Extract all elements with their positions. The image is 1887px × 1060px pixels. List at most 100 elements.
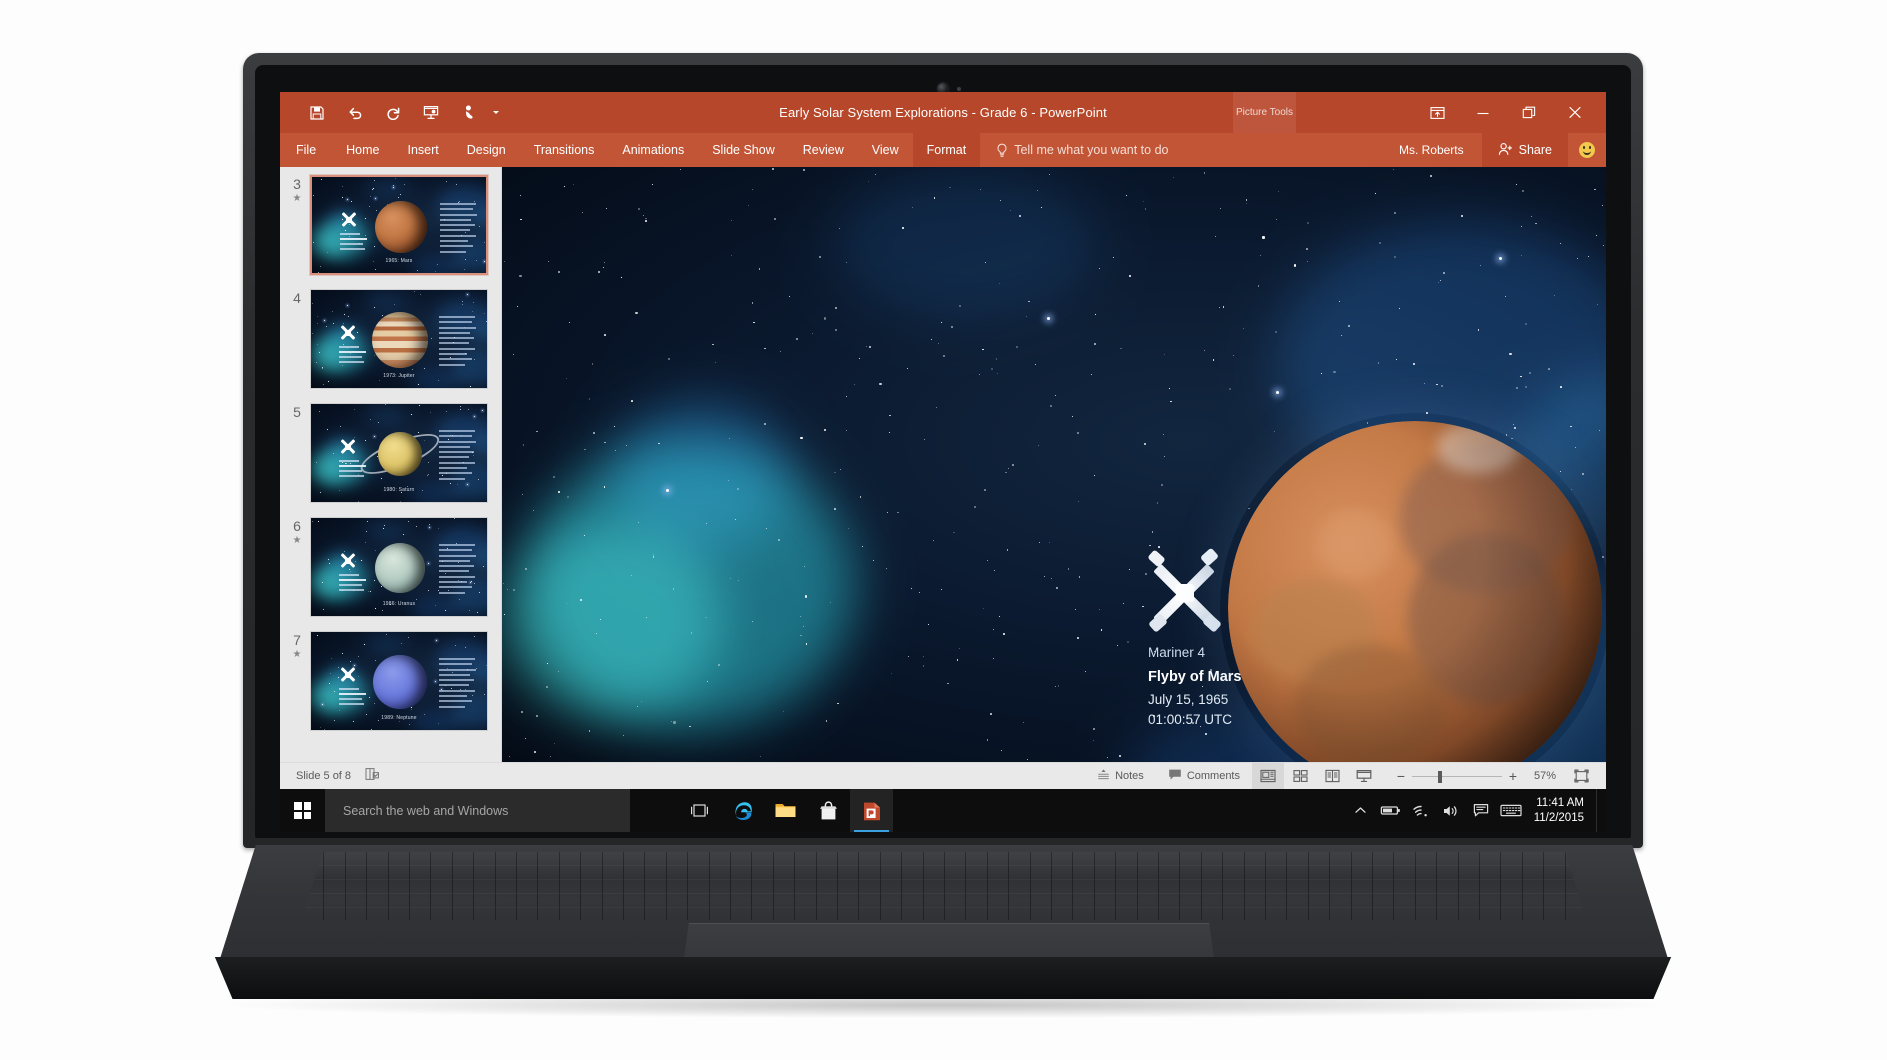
undo-icon[interactable] <box>336 98 374 128</box>
feedback-smiley-icon[interactable] <box>1568 133 1606 167</box>
star <box>825 719 828 722</box>
fit-to-window-button[interactable] <box>1566 763 1596 790</box>
status-bar-right: Notes Comments − + 57% <box>1085 762 1596 790</box>
zoom-slider-handle[interactable] <box>1438 770 1442 783</box>
bright-star <box>346 305 348 307</box>
share-button[interactable]: Share <box>1481 133 1568 167</box>
star <box>979 189 981 190</box>
ribbon-display-options-icon[interactable] <box>1414 96 1460 130</box>
windows-logo-icon <box>294 802 311 819</box>
slide-thumbnail-item[interactable]: 4 1973: Jupiter <box>280 289 501 389</box>
tell-me-search[interactable]: Tell me what you want to do <box>980 133 1168 167</box>
tab-review[interactable]: Review <box>789 133 858 167</box>
start-slideshow-icon[interactable] <box>412 98 450 128</box>
keyboard-key-divider <box>665 852 667 920</box>
star <box>1577 257 1579 259</box>
tab-format[interactable]: Format <box>912 133 981 167</box>
volume-icon[interactable] <box>1436 789 1466 832</box>
bright-star <box>1275 391 1279 395</box>
star <box>329 673 331 674</box>
tab-slide-show[interactable]: Slide Show <box>698 133 789 167</box>
star <box>573 183 575 185</box>
slide-editing-area[interactable]: Mariner 4 Flyby of Mars July 15, 1965 01… <box>502 167 1606 762</box>
tab-transitions[interactable]: Transitions <box>520 133 609 167</box>
tab-home[interactable]: Home <box>332 133 393 167</box>
nebula-cloud <box>502 523 723 716</box>
file-explorer-icon[interactable] <box>764 789 807 832</box>
show-hidden-icons-icon[interactable] <box>1346 789 1376 832</box>
animation-star-icon[interactable]: ★ <box>284 649 310 661</box>
star <box>342 197 343 198</box>
comment-bubble-icon <box>1168 768 1182 784</box>
slide-thumbnail-preview[interactable]: 1986: Uranus <box>310 517 488 617</box>
star <box>558 271 561 274</box>
slideshow-view-button[interactable] <box>1348 763 1380 790</box>
slide-thumbnail-item[interactable]: 7 ★ 1989: Neptune <box>280 631 501 731</box>
animation-star-icon[interactable]: ★ <box>284 193 310 205</box>
slide-counter[interactable]: Slide 5 of 8 <box>296 770 351 782</box>
start-button[interactable] <box>280 789 325 832</box>
touch-keyboard-icon[interactable] <box>1496 789 1526 832</box>
slide-thumbnail-preview[interactable]: 1973: Jupiter <box>310 289 488 389</box>
star <box>652 554 655 556</box>
star <box>532 509 534 512</box>
save-icon[interactable] <box>298 98 336 128</box>
action-center-icon[interactable] <box>1466 789 1496 832</box>
slide-thumbnail-preview[interactable]: 1965: Mars <box>309 174 489 276</box>
task-view-icon[interactable] <box>678 789 721 832</box>
customize-qat-icon[interactable] <box>488 98 504 128</box>
star <box>1041 206 1042 208</box>
reading-view-button[interactable] <box>1316 763 1348 790</box>
touch-mode-icon[interactable] <box>450 98 488 128</box>
zoom-slider[interactable] <box>1412 763 1502 790</box>
slide-thumbnail-pane[interactable]: 3 ★ 1965: Mars 4 1973: Jupiter 5 1980: Saturn 6… <box>280 167 502 762</box>
slide-canvas[interactable]: Mariner 4 Flyby of Mars July 15, 1965 01… <box>502 167 1606 762</box>
comments-button[interactable]: Comments <box>1156 763 1252 790</box>
star <box>516 305 519 308</box>
minimize-icon[interactable] <box>1460 96 1506 130</box>
account-name[interactable]: Ms. Roberts <box>1399 143 1482 157</box>
tab-insert[interactable]: Insert <box>394 133 453 167</box>
star <box>553 743 555 745</box>
star <box>1205 732 1207 735</box>
animation-star-icon[interactable]: ★ <box>284 535 310 547</box>
slide-thumbnail-item[interactable]: 6 ★ 1986: Uranus <box>280 517 501 617</box>
accessibility-checker-icon[interactable] <box>365 767 380 786</box>
star <box>729 578 731 579</box>
powerpoint-icon[interactable] <box>850 789 893 832</box>
wifi-icon[interactable] <box>1406 789 1436 832</box>
keyboard-key-divider <box>1008 852 1010 920</box>
show-desktop-button[interactable] <box>1596 789 1600 832</box>
taskbar-search-input[interactable]: Search the web and Windows <box>325 789 630 832</box>
zoom-out-button[interactable]: − <box>1390 769 1412 783</box>
edge-icon[interactable] <box>721 789 764 832</box>
slide-thumbnail-preview[interactable]: 1980: Saturn <box>310 403 488 503</box>
star <box>1603 244 1604 246</box>
close-icon[interactable] <box>1552 96 1598 130</box>
zoom-control[interactable]: − + 57% <box>1380 763 1566 790</box>
notes-button[interactable]: Notes <box>1085 763 1156 790</box>
store-icon[interactable] <box>807 789 850 832</box>
slide-thumbnail-item[interactable]: 3 ★ 1965: Mars <box>280 174 501 276</box>
zoom-in-button[interactable]: + <box>1502 769 1524 783</box>
star <box>837 702 839 705</box>
star <box>1142 605 1145 608</box>
slide-sorter-view-button[interactable] <box>1284 763 1316 790</box>
star <box>1054 685 1056 687</box>
tab-file[interactable]: File <box>280 133 332 167</box>
mariner-4-satellite-graphic[interactable] <box>1147 547 1222 633</box>
lightbulb-icon <box>996 143 1008 158</box>
slide-thumbnail-preview[interactable]: 1989: Neptune <box>310 631 488 731</box>
tab-design[interactable]: Design <box>453 133 520 167</box>
normal-view-button[interactable] <box>1252 762 1284 790</box>
tab-view[interactable]: View <box>858 133 913 167</box>
restore-icon[interactable] <box>1506 96 1552 130</box>
battery-icon[interactable] <box>1376 789 1406 832</box>
keyboard-key-divider <box>473 852 475 920</box>
tab-animations[interactable]: Animations <box>608 133 698 167</box>
star <box>1048 173 1050 175</box>
redo-icon[interactable] <box>374 98 412 128</box>
zoom-percentage[interactable]: 57% <box>1524 770 1566 782</box>
slide-thumbnail-item[interactable]: 5 1980: Saturn <box>280 403 501 503</box>
taskbar-clock[interactable]: 11:41 AM 11/2/2015 <box>1526 796 1596 826</box>
